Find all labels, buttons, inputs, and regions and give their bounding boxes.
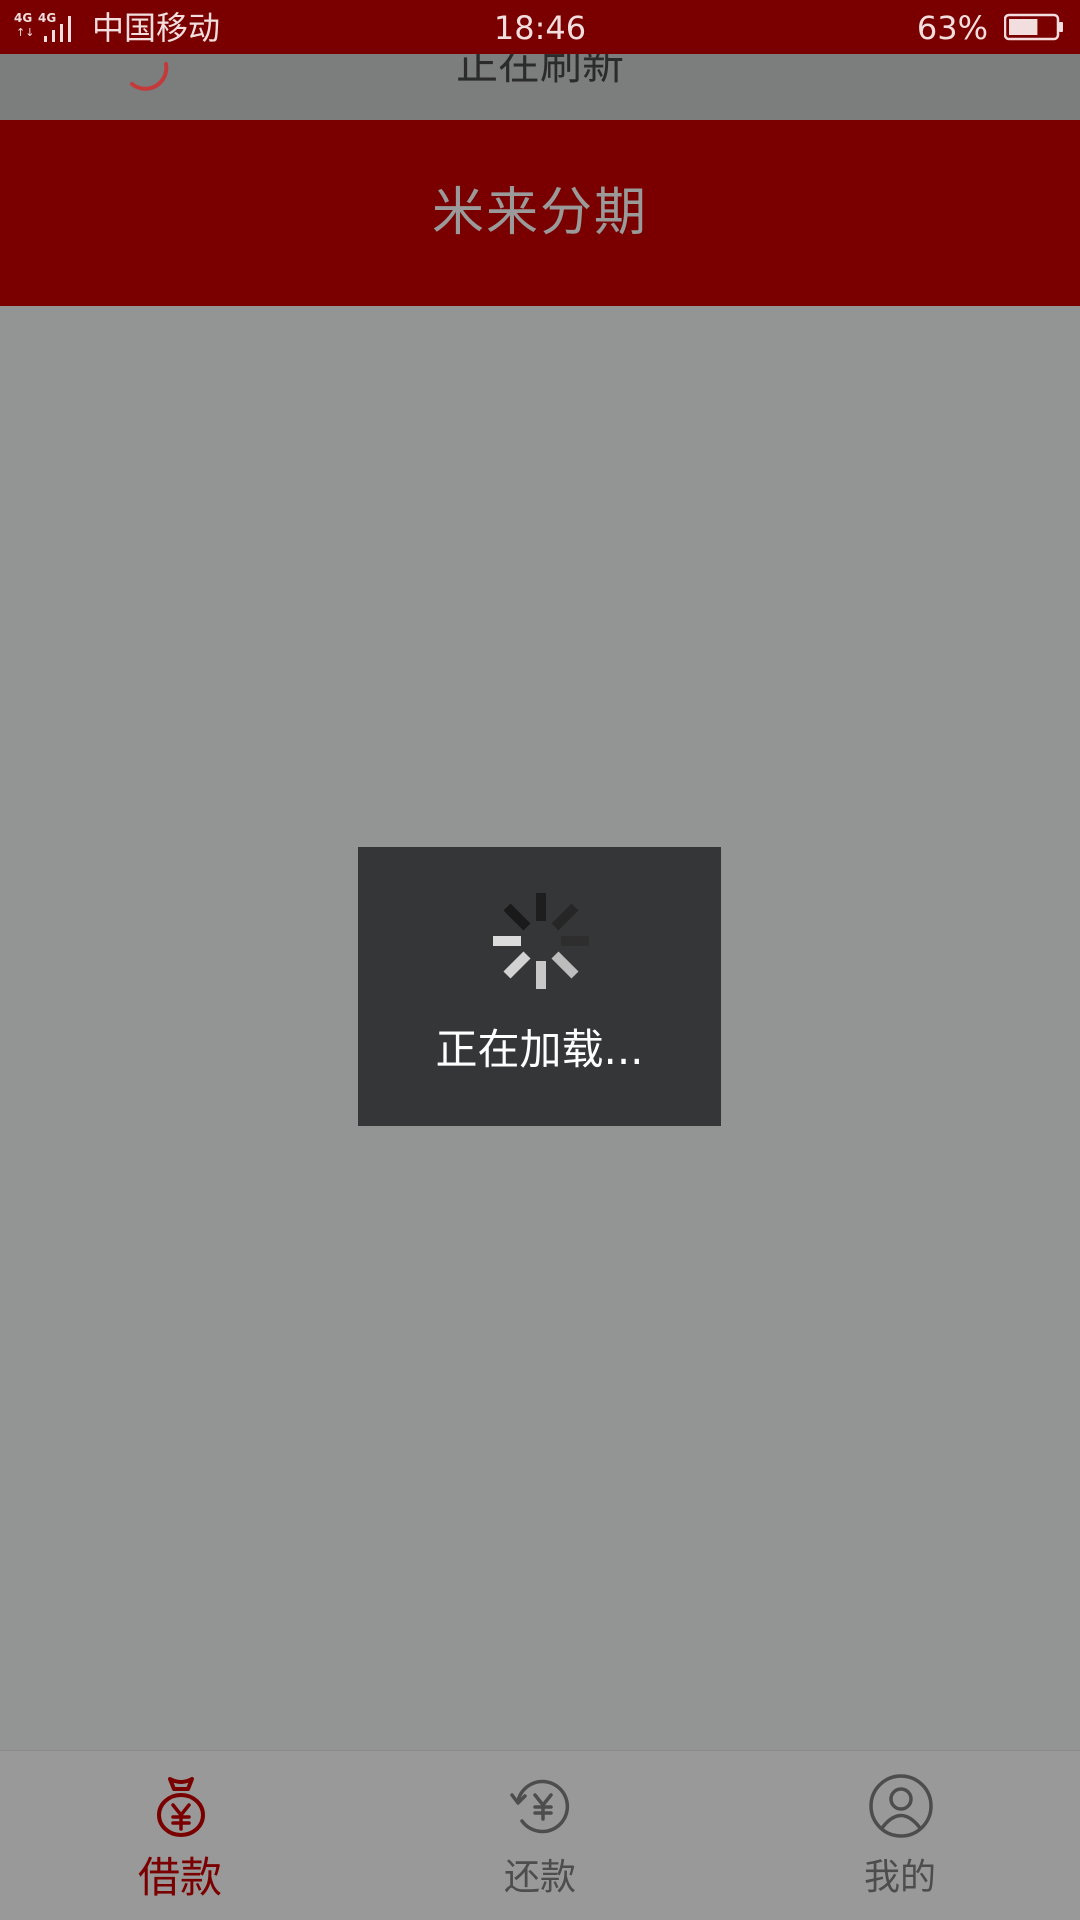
tab-mine-label: 我的 — [863, 1857, 936, 1898]
battery-percent: 63% — [916, 9, 988, 47]
tab-borrow-label: 借款 — [137, 1853, 222, 1902]
tab-borrow[interactable]: 借款 — [0, 1751, 360, 1920]
tab-repay[interactable]: 还款 — [360, 1751, 720, 1920]
loading-dialog: 正在加载... — [358, 847, 721, 1126]
status-bar: 4G 4G ↑↓ 中国移动 18:46 63% — [0, 0, 1080, 54]
bottom-nav: 借款 还款 我的 — [0, 1750, 1080, 1920]
battery-icon — [1004, 13, 1063, 41]
tab-mine[interactable]: 我的 — [720, 1751, 1080, 1920]
app-header: 米来分期 — [0, 120, 1080, 306]
loading-text: 正在加载... — [435, 1025, 644, 1074]
refresh-text: 正在刷新 — [455, 54, 624, 89]
loading-spinner-icon — [493, 893, 589, 989]
profile-icon — [869, 1774, 933, 1838]
page-title: 米来分期 — [431, 183, 648, 243]
pull-refresh-indicator: 正在刷新 — [0, 54, 1080, 120]
tab-repay-label: 还款 — [503, 1857, 576, 1898]
repay-icon — [510, 1779, 570, 1834]
money-bag-icon — [157, 1777, 205, 1837]
